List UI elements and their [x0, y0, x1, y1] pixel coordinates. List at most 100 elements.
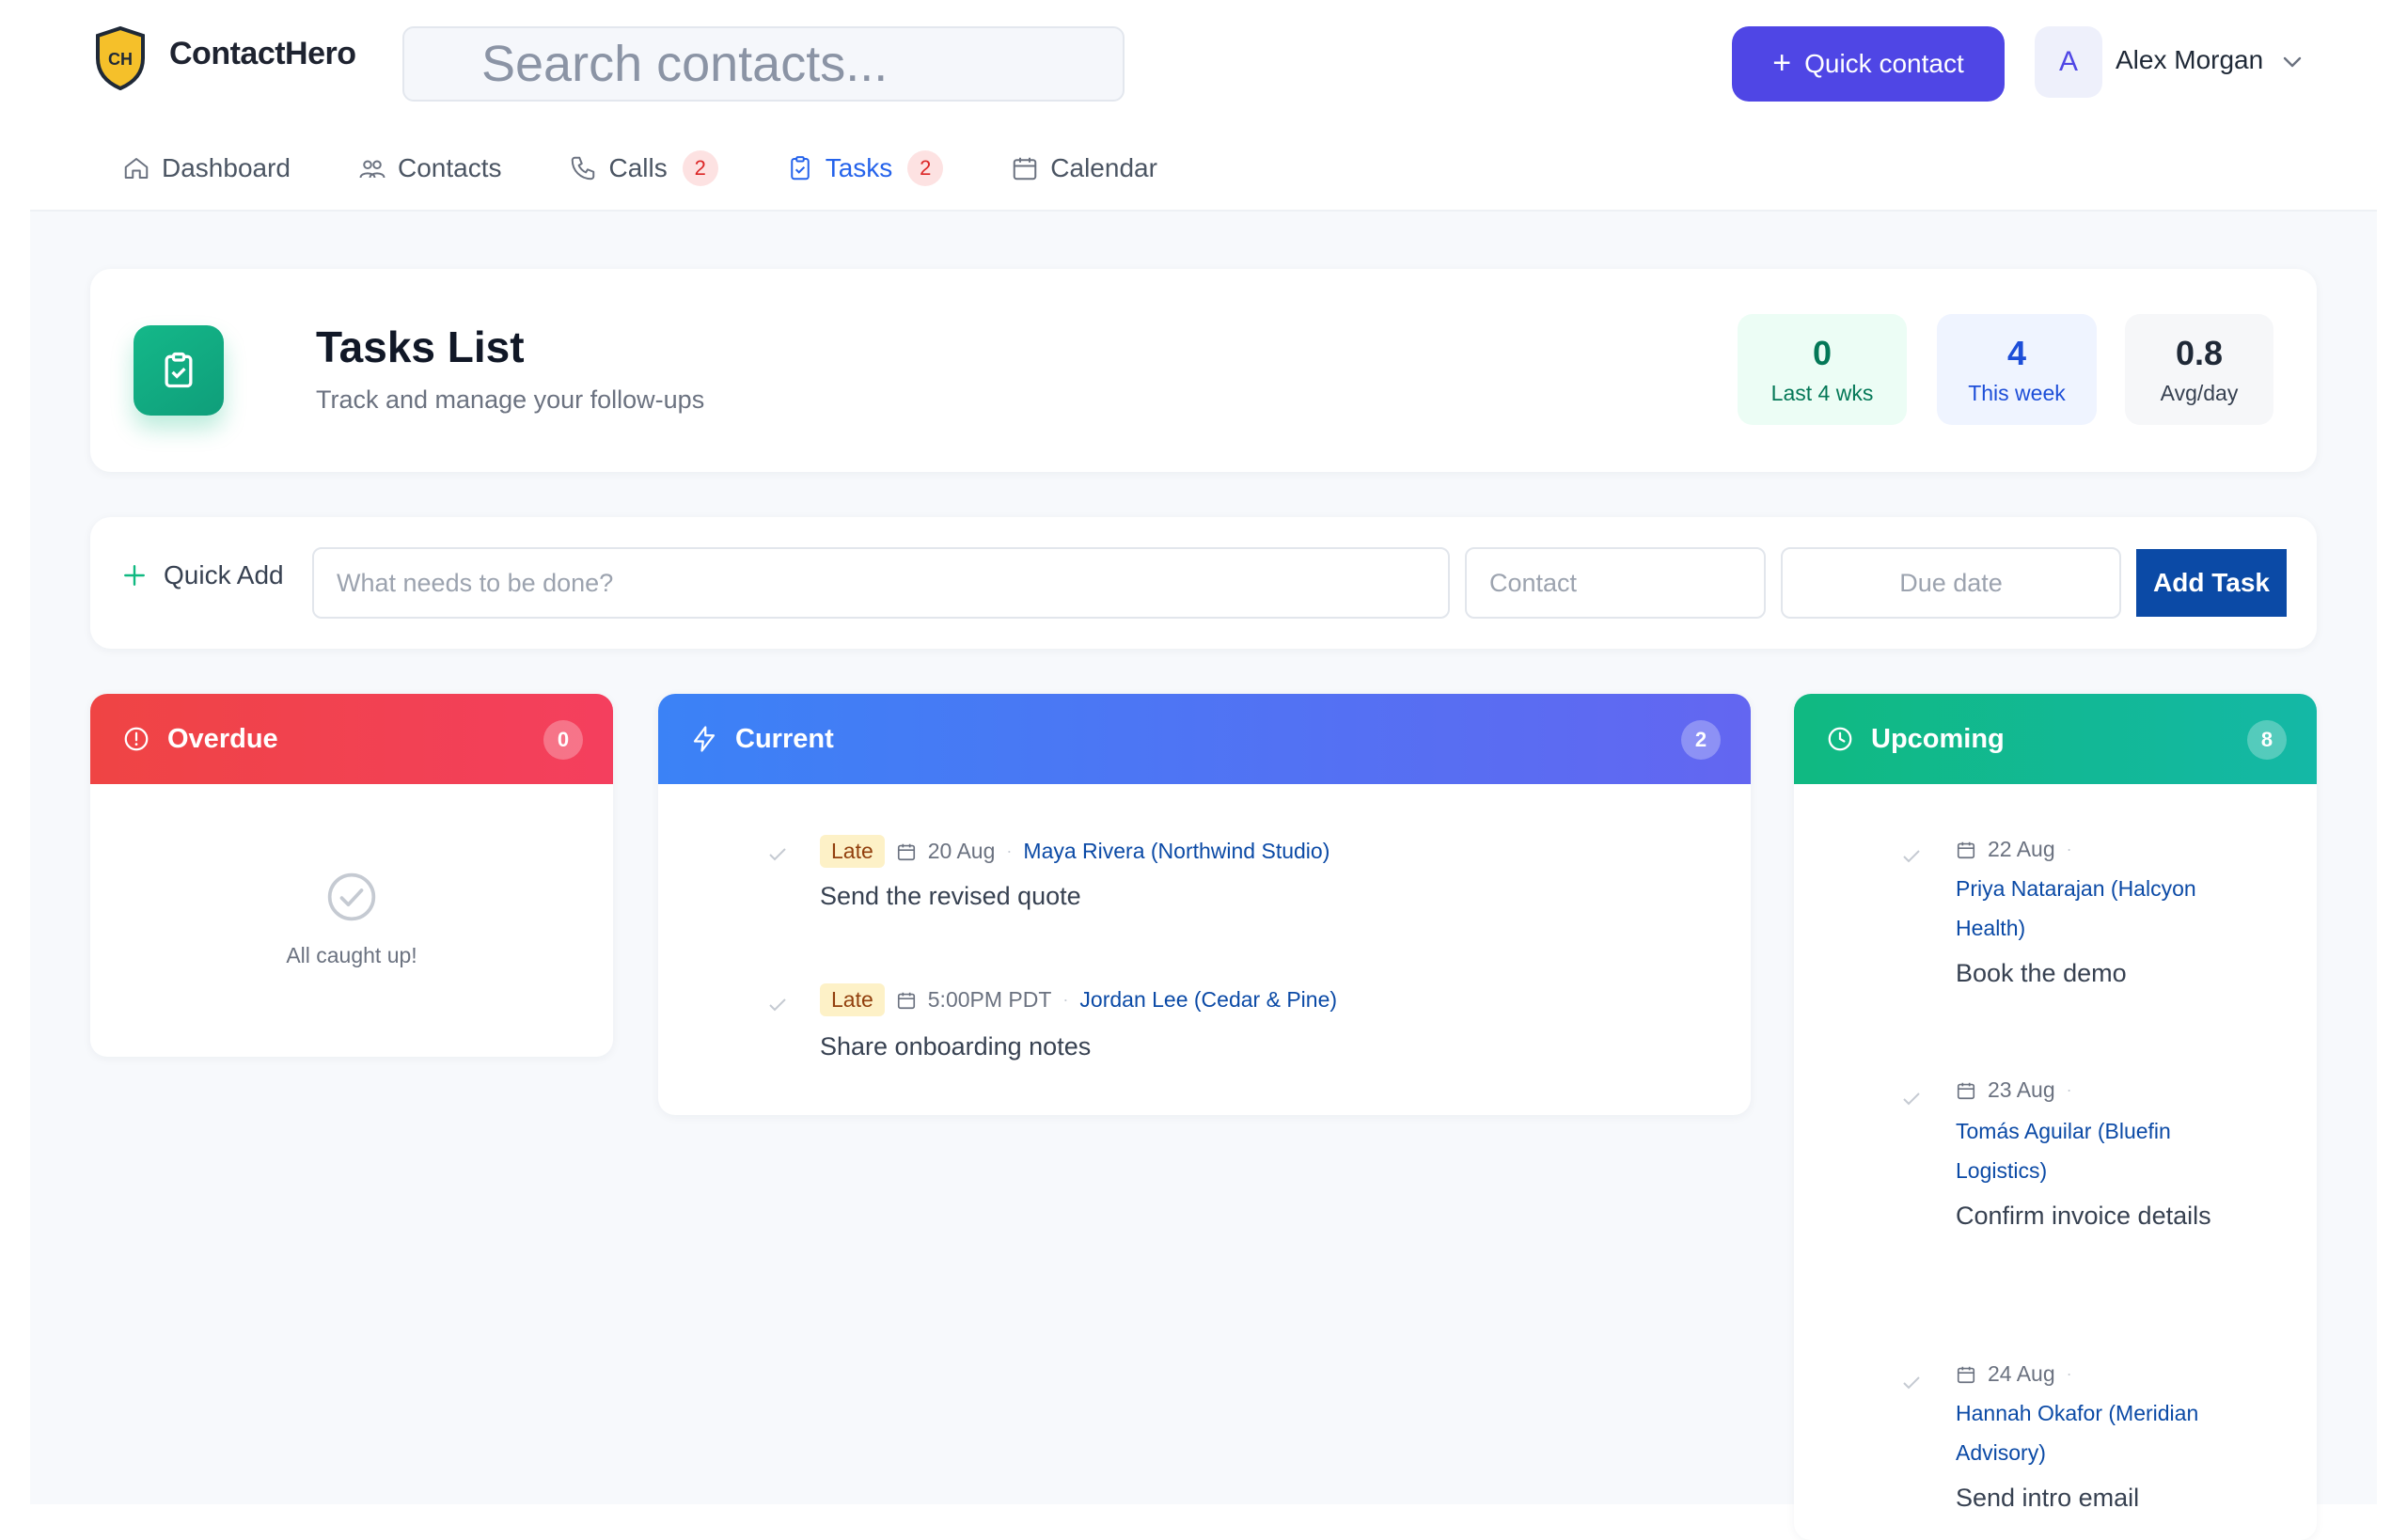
upcoming-header: Upcoming 8 [1794, 694, 2317, 784]
stat-value: 4 [2006, 333, 2027, 372]
task-title: Send intro email [1956, 1484, 2140, 1512]
nav-label: Contacts [397, 153, 502, 182]
task-title: Share onboarding notes [820, 1032, 1092, 1061]
quick-contact-label: Quick contact [1804, 49, 1964, 78]
people-icon [359, 160, 385, 179]
task-meta: 22 Aug · [1956, 837, 2072, 862]
calendar-icon [897, 843, 915, 860]
nav-calls[interactable]: Calls 2 [569, 145, 718, 192]
task-input[interactable] [312, 547, 1450, 619]
column-count: 2 [1681, 720, 1721, 760]
separator-dot: · [2066, 1364, 2072, 1383]
brand-name: ContactHero [169, 36, 356, 71]
alert-circle-icon [124, 727, 149, 751]
stat-label: This week [1968, 380, 2066, 405]
nav-tasks[interactable]: Tasks 2 [786, 145, 944, 192]
task-date: 23 Aug [1988, 1077, 2055, 1102]
task-meta: 23 Aug · [1956, 1077, 2072, 1103]
column-title: Upcoming [1871, 723, 2005, 754]
check-circle-icon [327, 872, 376, 921]
check-icon[interactable] [1901, 1375, 1922, 1391]
task-contact-link[interactable]: Maya Rivera (Northwind Studio) [1023, 839, 1329, 864]
column-count: 8 [2247, 720, 2287, 760]
search-input[interactable] [402, 26, 1125, 102]
stat-last-4-weeks: 0 Last 4 wks [1738, 314, 1907, 425]
page-title: Tasks List [316, 322, 525, 371]
calls-badge: 2 [682, 150, 718, 186]
overdue-column: Overdue 0 All caught up! [90, 694, 613, 1057]
column-title: Overdue [167, 723, 278, 754]
calendar-icon [1014, 157, 1037, 181]
overdue-header: Overdue 0 [90, 694, 613, 784]
task-date: 20 Aug [927, 839, 996, 863]
quick-add-bar: Quick Add Add Task [90, 517, 2317, 649]
task-title: Send the revised quote [820, 882, 1081, 910]
clock-icon [1828, 727, 1852, 751]
shield-logo-icon[interactable]: CH [94, 26, 147, 90]
tasks-badge: 2 [907, 150, 944, 186]
separator-dot: · [2066, 1080, 2072, 1099]
check-icon[interactable] [1901, 848, 1922, 865]
nav-contacts[interactable]: Contacts [358, 145, 502, 192]
task-title: Book the demo [1956, 959, 2127, 987]
task-contact-link[interactable]: Priya Natarajan (Halcyon Health) [1956, 869, 2238, 948]
home-icon [124, 158, 149, 179]
stat-avg-per-day: 0.8 Avg/day [2125, 314, 2273, 425]
task-meta: Late 5:00PM PDT · Jordan Lee (Cedar & Pi… [820, 983, 1337, 1016]
column-title: Current [735, 723, 834, 754]
calendar-icon [1957, 1082, 1975, 1099]
task-date: 22 Aug [1988, 837, 2055, 861]
due-date-input[interactable] [1781, 547, 2121, 619]
user-name[interactable]: Alex Morgan [2116, 45, 2263, 75]
phone-icon [572, 156, 595, 181]
nav-label: Tasks [825, 153, 893, 182]
separator-dot: · [1062, 990, 1069, 1009]
stat-this-week: 4 This week [1937, 314, 2097, 425]
nav-label: Dashboard [162, 153, 291, 182]
separator-dot: · [2066, 840, 2072, 858]
task-date: 24 Aug [1988, 1361, 2055, 1386]
main-nav: Dashboard Contacts Calls 2 Tasks 2 Calen… [122, 145, 1225, 192]
current-header: Current 2 [658, 694, 1751, 784]
task-time: 5:00PM PDT [927, 987, 1052, 1012]
task-contact-link[interactable]: Hannah Okafor (Meridian Advisory) [1956, 1393, 2238, 1472]
top-bar: CH ContactHero + Quick contact A Alex Mo… [30, 0, 2377, 212]
stat-value: 0 [1812, 333, 1833, 372]
current-column: Current 2 Late 20 Aug · Maya Rivera (Nor… [658, 694, 1751, 1115]
calendar-icon [897, 992, 915, 1009]
empty-state: All caught up! [90, 871, 613, 968]
user-avatar[interactable]: A [2035, 26, 2102, 98]
nav-calendar[interactable]: Calendar [1011, 145, 1157, 192]
separator-dot: · [1006, 841, 1013, 860]
plus-icon: + [1772, 44, 1792, 81]
task-contact-link[interactable]: Tomás Aguilar (Bluefin Logistics) [1956, 1111, 2238, 1190]
stat-value: 0.8 [2175, 333, 2224, 372]
late-badge: Late [820, 835, 885, 868]
nav-dashboard[interactable]: Dashboard [122, 145, 291, 192]
app-frame: CH ContactHero + Quick contact A Alex Mo… [30, 0, 2377, 1540]
task-contact-link[interactable]: Jordan Lee (Cedar & Pine) [1079, 987, 1337, 1013]
task-meta: Late 20 Aug · Maya Rivera (Northwind Stu… [820, 835, 1329, 868]
nav-label: Calls [608, 153, 668, 182]
stat-label: Last 4 wks [1770, 380, 1874, 405]
task-meta: 24 Aug · [1956, 1361, 2072, 1387]
empty-text: All caught up! [286, 943, 417, 967]
check-icon[interactable] [767, 997, 788, 1014]
upcoming-column: Upcoming 8 22 Aug · Priya Natarajan (Hal… [1794, 694, 2317, 1540]
nav-label: Calendar [1050, 153, 1157, 182]
quick-contact-button[interactable]: + Quick contact [1732, 26, 2005, 102]
contact-input[interactable] [1465, 547, 1766, 619]
add-task-button[interactable]: Add Task [2136, 549, 2287, 617]
tasks-header-card: Tasks List Track and manage your follow-… [90, 269, 2317, 472]
plus-icon [124, 565, 145, 586]
page-subtitle: Track and manage your follow-ups [316, 385, 705, 414]
task-title: Confirm invoice details [1956, 1202, 2211, 1230]
quick-add-text: Quick Add [164, 560, 284, 589]
clipboard-check-icon [790, 156, 810, 181]
chevron-down-icon[interactable] [2281, 53, 2304, 71]
lightning-icon [693, 726, 716, 752]
check-icon[interactable] [767, 846, 788, 863]
calendar-icon [1957, 841, 1975, 858]
check-icon[interactable] [1901, 1091, 1922, 1108]
clipboard-check-icon [134, 325, 224, 416]
